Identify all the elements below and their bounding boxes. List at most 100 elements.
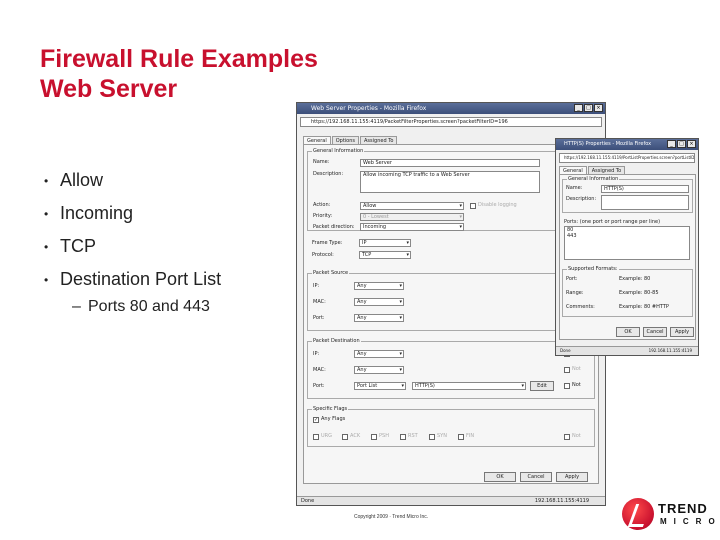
maximize-button[interactable]: □ <box>584 104 593 112</box>
packet-direction-label: Packet direction: <box>313 224 355 230</box>
minimize-button[interactable]: _ <box>574 104 583 112</box>
source-ip-label: IP: <box>313 283 320 289</box>
format-example: Example: 80 <box>619 276 651 282</box>
sub-bullet-text: Ports 80 and 443 <box>88 298 210 315</box>
logo-word-1: TREND <box>658 501 708 516</box>
cancel-button[interactable]: Cancel <box>643 327 667 337</box>
trend-micro-ball-icon <box>622 498 654 530</box>
name-label: Name: <box>566 185 583 191</box>
minimize-button[interactable]: _ <box>667 140 676 148</box>
destination-mac-select[interactable]: Any <box>354 366 404 374</box>
destination-port-select[interactable]: Port List <box>354 382 406 390</box>
slide-footer: Copyright 2009 · Trend Micro Inc. <box>354 514 429 520</box>
edit-port-list-button[interactable]: Edit <box>530 381 554 391</box>
section-title: Packet Destination <box>312 338 361 345</box>
destination-mac-not-checkbox[interactable] <box>564 367 570 373</box>
apply-button[interactable]: Apply <box>670 327 694 337</box>
frame-type-select[interactable]: IP <box>359 239 411 247</box>
flag-fin-label: FIN <box>466 433 475 439</box>
section-title: Specific Flags <box>312 406 349 413</box>
general-tab-panel: General Information Name: HTTP(S) Descri… <box>559 174 696 340</box>
status-host: 192.168.11.155:4119 <box>648 348 692 353</box>
destination-port-not-label: Not <box>572 382 581 388</box>
window-title: HTTP(S) Properties - Mozilla Firefox <box>564 141 652 147</box>
bullet-text: Allow <box>60 170 104 190</box>
port-list-properties-window: HTTP(S) Properties - Mozilla Firefox _ □… <box>555 138 699 356</box>
bullet-item: • TCP <box>44 236 96 256</box>
slide-title-line-2: Web Server <box>40 75 178 103</box>
port-line: 443 <box>567 233 577 239</box>
ports-textarea[interactable]: 80 443 <box>564 226 690 260</box>
ok-button[interactable]: OK <box>616 327 640 337</box>
disable-logging-checkbox[interactable] <box>470 203 476 209</box>
protocol-label: Protocol: <box>312 252 334 258</box>
destination-ip-select[interactable]: Any <box>354 350 404 358</box>
flag-syn-checkbox[interactable] <box>429 434 435 440</box>
description-field[interactable]: Allow incoming TCP traffic to a Web Serv… <box>360 171 540 193</box>
any-flags-checkbox[interactable]: ✓ <box>313 417 319 423</box>
action-select[interactable]: Allow <box>360 202 464 210</box>
maximize-button[interactable]: □ <box>677 140 686 148</box>
bullet-item: • Allow <box>44 170 104 190</box>
name-label: Name: <box>313 159 330 165</box>
priority-label: Priority: <box>313 213 333 219</box>
status-text: Done <box>301 498 315 504</box>
address-bar[interactable]: https://192.168.11.155:4119/PortListProp… <box>559 153 695 163</box>
window-titlebar: Web Server Properties - Mozilla Firefox … <box>297 103 605 114</box>
source-mac-label: MAC: <box>313 299 326 305</box>
status-bar: Done 192.168.11.155:4119 <box>556 346 698 355</box>
any-flags-label: Any Flags <box>321 416 346 422</box>
protocol-select[interactable]: TCP <box>359 251 411 259</box>
section-title: General Information <box>567 176 620 183</box>
address-bar[interactable]: https://192.168.11.155:4119/PacketFilter… <box>300 117 602 127</box>
flag-psh-label: PSH <box>379 433 389 439</box>
description-label: Description: <box>313 171 344 177</box>
bullet-text: Destination Port List <box>60 269 222 289</box>
format-example: Example: 80-85 <box>619 290 659 296</box>
cancel-button[interactable]: Cancel <box>520 472 552 482</box>
sub-bullet-item: – Ports 80 and 443 <box>72 298 210 315</box>
flag-psh-checkbox[interactable] <box>371 434 377 440</box>
general-information-group: General Information Name: HTTP(S) Descri… <box>562 176 693 213</box>
destination-port-not-checkbox[interactable] <box>564 383 570 389</box>
flag-urg-checkbox[interactable] <box>313 434 319 440</box>
format-label: Comments: <box>566 304 595 310</box>
packet-destination-group: Packet Destination IP: Any Not MAC: Any … <box>307 338 595 399</box>
close-button[interactable]: × <box>594 104 603 112</box>
slide-title-line-1: Firewall Rule Examples <box>40 45 318 73</box>
destination-mac-label: MAC: <box>313 367 326 373</box>
description-field[interactable] <box>601 195 689 210</box>
slide-title: Firewall Rule Examples Web Server <box>40 44 318 104</box>
priority-select[interactable]: 0 - Lowest <box>360 213 464 221</box>
bullet-text: TCP <box>60 236 96 256</box>
name-field[interactable]: Web Server <box>360 159 540 167</box>
section-title: Supported Formats: <box>567 266 619 273</box>
bullet-list: • Allow • Incoming • TCP • Destination Port … <box>44 164 221 318</box>
flag-ack-checkbox[interactable] <box>342 434 348 440</box>
status-host: 192.168.11.155:4119 <box>534 498 589 504</box>
close-button[interactable]: × <box>687 140 696 148</box>
window-titlebar: HTTP(S) Properties - Mozilla Firefox _ □… <box>556 139 698 150</box>
flag-fin-checkbox[interactable] <box>458 434 464 440</box>
flags-not-checkbox[interactable] <box>564 434 570 440</box>
flag-urg-label: URG <box>321 433 333 439</box>
window-title: Web Server Properties - Mozilla Firefox <box>311 105 427 112</box>
ok-button[interactable]: OK <box>484 472 516 482</box>
source-ip-select[interactable]: Any <box>354 282 404 290</box>
name-field[interactable]: HTTP(S) <box>601 185 689 193</box>
port-list-select[interactable]: HTTP(S) <box>412 382 526 390</box>
section-title: Packet Source <box>312 270 350 277</box>
destination-ip-label: IP: <box>313 351 320 357</box>
bullet-item: • Incoming <box>44 203 134 223</box>
source-port-select[interactable]: Any <box>354 314 404 322</box>
format-label: Port: <box>566 276 578 282</box>
flags-not-label: Not <box>572 433 581 439</box>
packet-direction-select[interactable]: Incoming <box>360 223 464 231</box>
trend-micro-logo: TREND MICRO <box>622 498 715 532</box>
apply-button[interactable]: Apply <box>556 472 588 482</box>
flag-syn-label: SYN <box>437 433 447 439</box>
source-mac-select[interactable]: Any <box>354 298 404 306</box>
logo-word-2: MICRO <box>660 517 720 526</box>
bullet-text: Incoming <box>60 203 134 223</box>
flag-rst-checkbox[interactable] <box>400 434 406 440</box>
